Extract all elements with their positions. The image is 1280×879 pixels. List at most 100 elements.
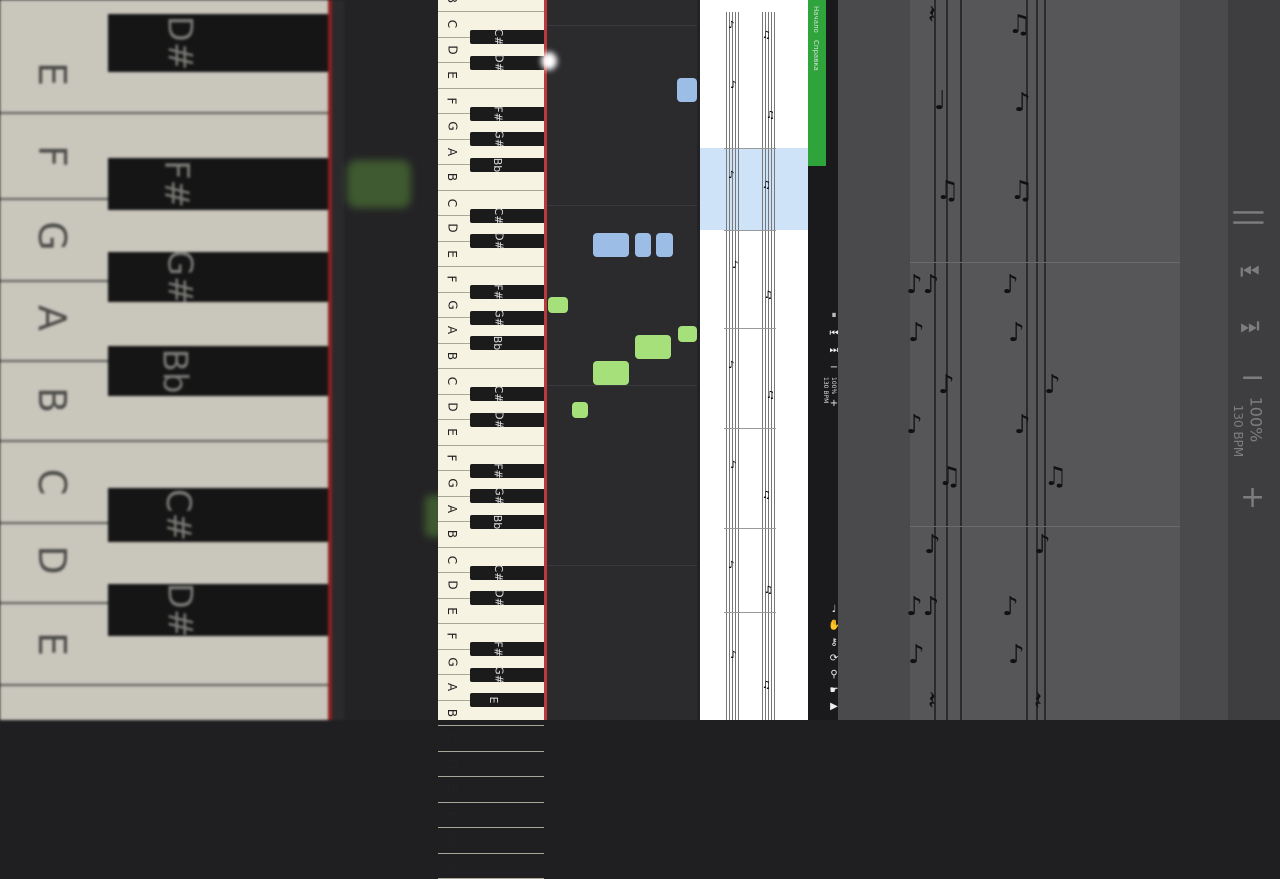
big-zoom-readout: 100% [1246,396,1266,443]
black-key: F# [108,158,330,210]
white-key: F [438,802,544,828]
key-label: D# [492,410,506,429]
barline [910,526,1180,527]
white-key: B [438,0,544,12]
staff-line [738,12,739,720]
tab-start[interactable]: Начало [812,6,820,33]
black-key: F# [470,284,544,300]
black-key: G# [470,666,544,683]
roll-grid-line [547,25,697,26]
big-tempo-readout: 130 BPM [1231,404,1245,458]
music-note: 𝄽 [928,0,936,30]
music-note: ♩ [934,86,947,116]
key-label: F [444,454,459,461]
music-note: ♪ [1008,640,1025,670]
music-note: ♫ [762,180,771,191]
key-label: B [445,529,460,539]
music-note: ♫ [762,490,771,501]
key-label: F# [491,462,505,479]
key-label: D# [492,53,506,72]
music-note: ♪ [906,410,923,440]
key-label: G# [159,249,200,305]
music-note: ♫ [766,390,775,401]
key-label: A [445,147,460,156]
key-label: A [30,305,74,331]
piano-keyboard: B C D E F G A B C D E F G A B C D E F G A B C D E F G A B C D E F G A Bb C# D… [438,0,547,879]
left-hand-note [635,233,651,257]
key-label: E [30,61,74,86]
big-plus-icon: + [1240,480,1266,515]
key-label: F# [491,284,505,300]
key-label: A [445,325,460,335]
key-label: D [445,758,460,769]
black-key: G# [470,130,544,148]
key-label: G [445,299,460,310]
key-label: Bb [490,335,504,351]
key-label: C# [491,28,505,46]
big-pause-icon: || [1232,207,1268,228]
music-note: ♪ [728,360,735,371]
black-key: Bb [470,336,544,350]
staff-line [1044,0,1046,720]
music-note: ♪ [730,80,737,91]
black-key: D# [470,53,544,72]
key-label: B [445,172,460,182]
zoom-readout: 100% [830,377,837,395]
music-note: ♪♪ [906,592,940,622]
current-measure-highlight [700,148,808,230]
key-label: C [445,376,460,386]
black-key: F# [470,462,544,479]
key-label: C# [158,488,199,542]
left-hand-note [677,78,697,102]
music-note: ♫ [1044,462,1068,492]
key-label: Bb [490,157,504,172]
key-label: E [444,249,459,258]
black-key: G# [470,308,544,327]
key-label: E [486,696,500,704]
barline [724,230,776,231]
key-label: D [30,545,74,575]
black-key: C# [470,386,544,402]
key-label: Bb [490,514,504,529]
black-key: D# [470,589,544,607]
staff-line [735,12,736,720]
music-note: ♪ [728,170,735,181]
music-note: ♪ [1034,530,1051,560]
blurred-note [347,160,411,208]
music-note: ♪ [730,650,737,661]
music-note: ♪♪ [906,270,940,300]
key-label: D [445,44,460,55]
black-key: D# [470,232,544,250]
staff-line [960,0,962,720]
left-hand-note [656,233,673,257]
music-note: ♫ [764,585,773,596]
staff-line [762,12,763,720]
key-label: G# [492,308,506,327]
black-key: Bb [470,514,544,529]
black-key: D# [108,583,330,637]
key-label: E [30,631,74,656]
key-label: D# [492,589,506,607]
music-note: ♪ [924,530,941,560]
music-note: ♪ [728,20,735,31]
white-key: G [438,828,544,854]
key-divider [0,440,330,442]
black-key: D# [108,14,330,72]
barline [724,612,776,613]
key-label: C [445,198,460,207]
barline [724,428,776,429]
key-label: G# [492,130,506,148]
white-key: C [438,726,544,752]
black-key: G# [470,487,544,505]
black-key: C# [470,564,544,581]
note-roll [547,0,697,720]
music-note: ♪ [908,318,925,348]
key-label: G [30,221,74,251]
music-note: ♪ [938,370,955,400]
music-note: ♪ [732,260,739,271]
key-divider [0,112,330,114]
staff-line [1036,0,1038,720]
tab-help[interactable]: Справка [812,40,820,71]
key-label: A [445,861,460,870]
key-label: D# [492,232,506,250]
